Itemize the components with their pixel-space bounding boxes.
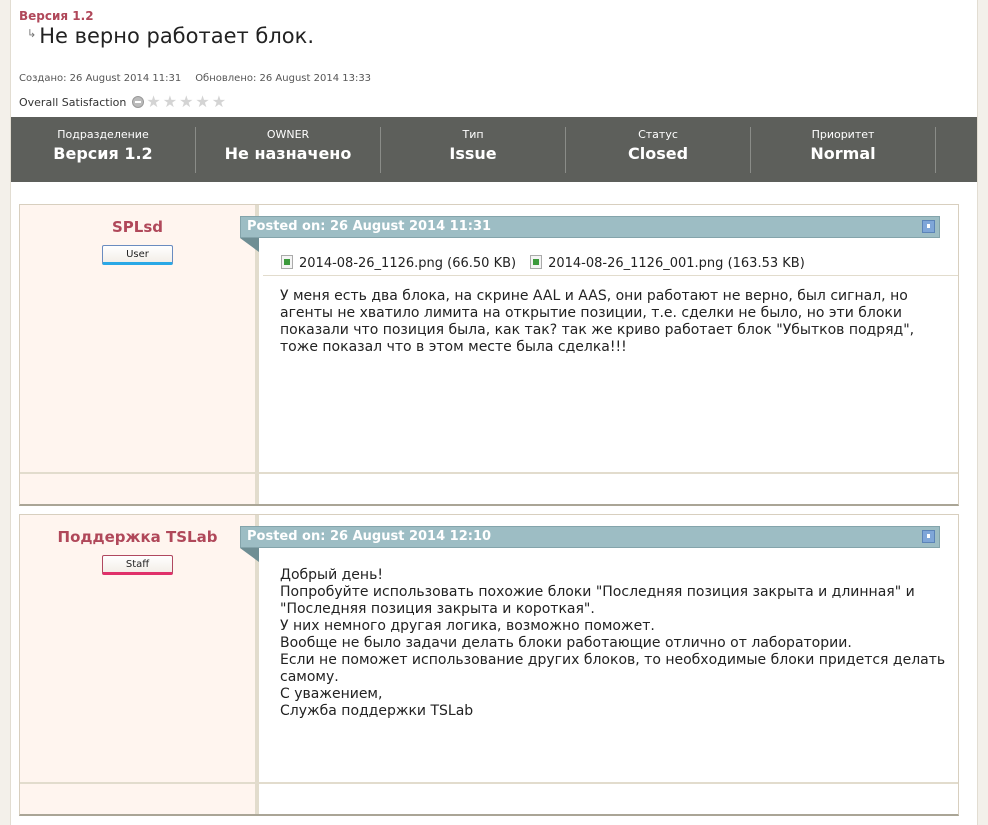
attachment[interactable]: 2014-08-26_1126.png (66.50 KB) xyxy=(281,254,517,271)
post: Поддержка TSLab Staff Posted on: 26 Augu… xyxy=(19,514,959,816)
field-type: Тип Issue xyxy=(381,127,566,173)
star-icon[interactable]: ★ xyxy=(212,94,226,110)
author-name[interactable]: Поддержка TSLab xyxy=(20,528,255,546)
field-value: Normal xyxy=(810,144,876,163)
created-date: Создано: 26 August 2014 11:31 xyxy=(19,73,182,84)
satisfaction-rating: Overall Satisfaction ★ ★ ★ ★ ★ xyxy=(19,94,226,110)
attachment-name[interactable]: 2014-08-26_1126_001.png xyxy=(548,256,723,271)
field-department: Подразделение Версия 1.2 xyxy=(11,127,196,173)
image-file-icon xyxy=(281,254,293,269)
post: SPLsd User Posted on: 26 August 2014 11:… xyxy=(19,204,959,506)
category-link[interactable]: Версия 1.2 xyxy=(19,9,94,23)
attachment[interactable]: 2014-08-26_1126_001.png (163.53 KB) xyxy=(530,254,805,271)
author-name[interactable]: SPLsd xyxy=(20,218,255,236)
field-label: OWNER xyxy=(266,128,310,141)
subitem-arrow-icon: ↳ xyxy=(27,27,37,40)
field-status: Статус Closed xyxy=(566,127,751,173)
attachment-size: (163.53 KB) xyxy=(727,255,805,271)
ticket-title: ↳ Не верно работает блок. xyxy=(27,24,314,48)
field-label: Тип xyxy=(462,128,484,141)
attachments: 2014-08-26_1126.png (66.50 KB) 2014-08-2… xyxy=(263,250,958,276)
quote-icon[interactable] xyxy=(922,530,935,543)
ticket-title-text: Не верно работает блок. xyxy=(39,24,314,48)
ticket-panel: Версия 1.2 ↳ Не верно работает блок. Созд… xyxy=(10,0,978,825)
quote-icon[interactable] xyxy=(922,220,935,233)
ticket-fields-bar: Подразделение Версия 1.2 OWNER Не назначен… xyxy=(11,117,977,182)
header-fold xyxy=(240,548,259,562)
field-value: Closed xyxy=(627,144,689,163)
field-priority: Приоритет Normal xyxy=(751,127,936,173)
post-header: Posted on: 26 August 2014 12:10 xyxy=(240,526,940,548)
field-value: Не назначено xyxy=(224,144,352,163)
post-body: У меня есть два блока, на скрине AAL и A… xyxy=(280,288,919,355)
star-icon[interactable]: ★ xyxy=(179,94,193,110)
attachment-name[interactable]: 2014-08-26_1126.png xyxy=(299,256,443,271)
field-value: Версия 1.2 xyxy=(53,144,153,163)
clear-rating-icon[interactable] xyxy=(132,96,145,108)
star-icon[interactable]: ★ xyxy=(146,94,160,110)
image-file-icon xyxy=(530,254,543,269)
updated-date: Обновлено: 26 August 2014 13:33 xyxy=(195,73,372,84)
star-icon[interactable]: ★ xyxy=(163,94,177,110)
post-body: Добрый день! Попробуйте использовать пох… xyxy=(280,567,946,719)
post-author-panel: SPLsd User xyxy=(20,205,259,504)
post-footer xyxy=(20,472,958,504)
post-date: Posted on: 26 August 2014 11:31 xyxy=(247,219,492,234)
post-footer xyxy=(20,782,958,814)
star-icon[interactable]: ★ xyxy=(195,94,209,110)
field-label: Приоритет xyxy=(811,128,875,141)
attachment-size: (66.50 KB) xyxy=(447,255,517,271)
header-fold xyxy=(240,238,259,252)
field-label: Подразделение xyxy=(57,128,149,141)
role-badge: User xyxy=(102,245,173,265)
field-label: Статус xyxy=(638,128,678,141)
satisfaction-label: Overall Satisfaction xyxy=(19,95,127,109)
post-date: Posted on: 26 August 2014 12:10 xyxy=(247,529,492,544)
field-value: Issue xyxy=(449,144,497,163)
ticket-meta: Создано: 26 August 2014 11:31 Обновлено: … xyxy=(19,73,385,84)
field-owner: OWNER Не назначено xyxy=(196,127,381,173)
post-header: Posted on: 26 August 2014 11:31 xyxy=(240,216,940,238)
role-badge: Staff xyxy=(102,555,173,575)
post-author-panel: Поддержка TSLab Staff xyxy=(20,515,259,814)
